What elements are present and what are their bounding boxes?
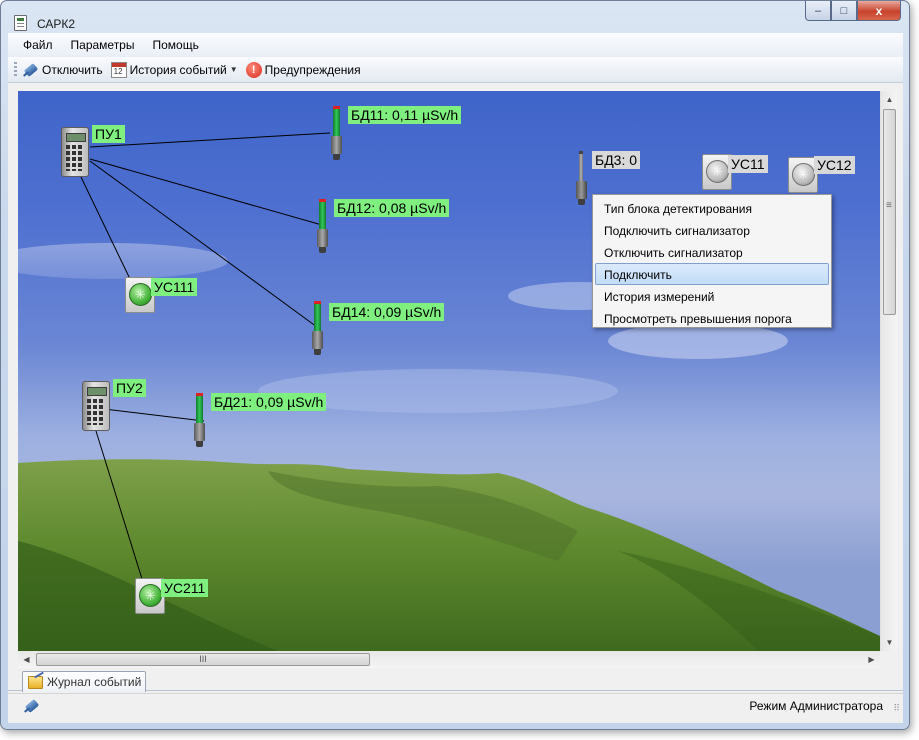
disconnect-label: Отключить: [42, 62, 103, 77]
menu-item-measurement-history[interactable]: История измерений: [595, 285, 829, 307]
alarm-label: УС211: [161, 579, 209, 597]
menu-item-detector-type[interactable]: Тип блока детектирования: [595, 197, 829, 219]
caption-buttons: – □ x: [805, 1, 901, 21]
connection-status-icon: [24, 698, 40, 714]
event-history-button[interactable]: История событий ▼: [110, 61, 238, 78]
disconnect-button[interactable]: Отключить: [23, 62, 103, 78]
scroll-right-icon[interactable]: ▶: [863, 651, 880, 668]
detector-label: БД3: 0: [592, 151, 641, 169]
menu-item-threshold-exceedances[interactable]: Просмотреть превышения порога: [595, 307, 829, 329]
menu-item-disconnect-alarm[interactable]: Отключить сигнализатор: [595, 241, 829, 263]
detector-bd11-icon[interactable]: [331, 106, 343, 162]
alarm-label: УС111: [151, 278, 198, 296]
warnings-button[interactable]: ! Предупреждения: [245, 61, 361, 78]
minimize-button[interactable]: –: [805, 1, 831, 21]
detector-bd12-icon[interactable]: [317, 199, 329, 255]
scroll-corner: [880, 651, 897, 668]
detector-bd14-icon[interactable]: [312, 301, 324, 357]
scroll-down-icon[interactable]: ▼: [881, 634, 898, 651]
alarm-label: УС12: [814, 156, 855, 174]
detector-label: БД21: 0,09 µSv/h: [211, 393, 327, 411]
menu-item-connect[interactable]: Подключить: [595, 263, 829, 285]
window-title: САРК2: [37, 17, 76, 31]
controller-pu1-icon[interactable]: [61, 127, 89, 177]
horizontal-scroll-thumb[interactable]: III: [36, 653, 370, 666]
event-history-label: История событий: [129, 62, 227, 77]
menu-bar: Файл Параметры Помощь: [8, 33, 903, 57]
tab-label: Журнал событий: [47, 675, 142, 689]
size-grip[interactable]: ⠿: [893, 703, 900, 714]
network-map-canvas[interactable]: ПУ1 ПУ2 БД11: 0,11 µSv/h БД12: 0,08 µSv/…: [18, 91, 880, 651]
vertical-scroll-thumb[interactable]: [883, 109, 896, 315]
detector-context-menu: Тип блока детектирования Подключить сигн…: [592, 194, 832, 328]
app-icon: [14, 15, 27, 31]
maximize-button[interactable]: □: [831, 1, 857, 21]
title-bar[interactable]: САРК2 – □ x: [1, 1, 909, 33]
journal-icon: [28, 675, 43, 689]
plug-icon: [23, 62, 39, 78]
toolbar: Отключить История событий ▼ ! Предупрежд…: [8, 57, 903, 83]
toolbar-grip[interactable]: [14, 61, 17, 78]
menu-file[interactable]: Файл: [14, 35, 62, 55]
close-button[interactable]: x: [857, 1, 901, 21]
detector-bd21-icon[interactable]: [194, 393, 206, 449]
chevron-down-icon[interactable]: ▼: [230, 65, 238, 74]
tab-event-journal[interactable]: Журнал событий: [22, 671, 146, 692]
controller-label: ПУ1: [92, 125, 125, 143]
vertical-scrollbar[interactable]: ▲ ▼: [880, 91, 897, 651]
controller-label: ПУ2: [113, 379, 146, 397]
warning-icon: !: [245, 61, 262, 78]
scroll-up-icon[interactable]: ▲: [881, 91, 898, 108]
detector-label: БД12: 0,08 µSv/h: [334, 199, 450, 217]
bottom-tabstrip: Журнал событий: [8, 669, 903, 692]
user-mode-status: Режим Администратора: [749, 699, 883, 713]
calendar-icon: [110, 61, 127, 78]
menu-parameters[interactable]: Параметры: [62, 35, 144, 55]
app-window: САРК2 – □ x Файл Параметры Помощь Отключ…: [0, 0, 910, 730]
scroll-left-icon[interactable]: ◀: [18, 651, 35, 668]
horizontal-scrollbar[interactable]: ◀ III ▶: [18, 651, 880, 668]
client-area: Файл Параметры Помощь Отключить История …: [8, 33, 903, 723]
detector-label: БД11: 0,11 µSv/h: [348, 106, 462, 124]
connection-lines: [80, 132, 331, 580]
status-bar: Режим Администратора ⠿: [8, 693, 903, 717]
detector-bd3-icon[interactable]: [576, 151, 588, 207]
warnings-label: Предупреждения: [264, 62, 361, 77]
menu-help[interactable]: Помощь: [143, 35, 207, 55]
controller-pu2-icon[interactable]: [82, 381, 110, 431]
menu-item-connect-alarm[interactable]: Подключить сигнализатор: [595, 219, 829, 241]
alarm-label: УС11: [728, 155, 768, 173]
detector-label: БД14: 0,09 µSv/h: [329, 303, 445, 321]
